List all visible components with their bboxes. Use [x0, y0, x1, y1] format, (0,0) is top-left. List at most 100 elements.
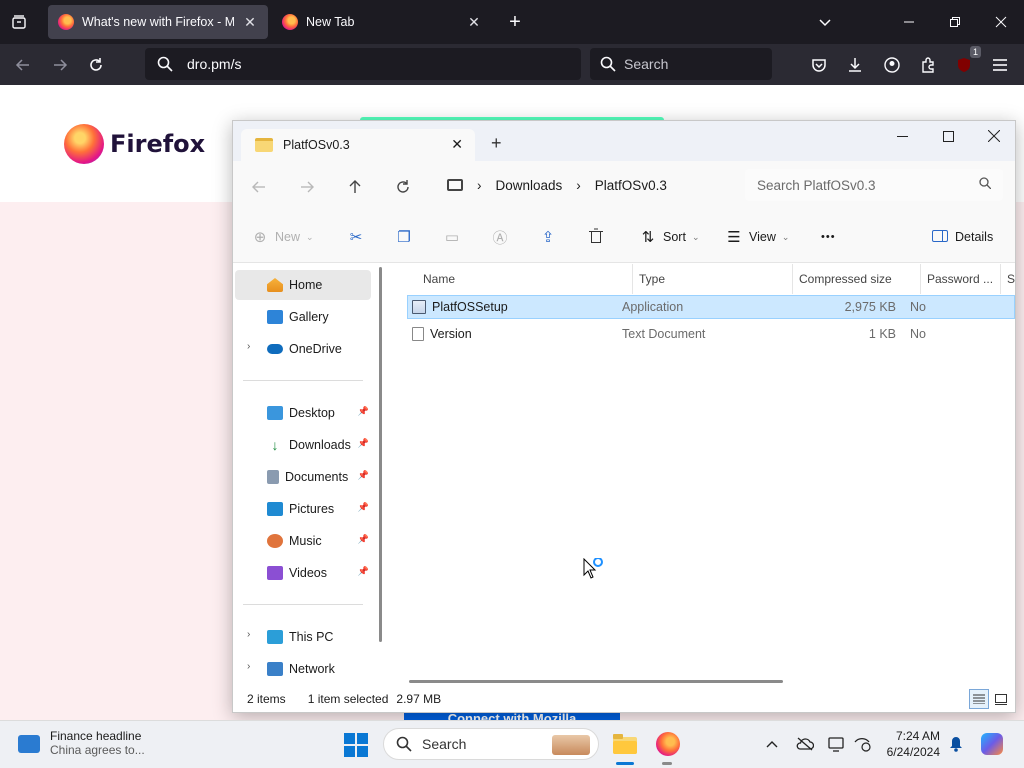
close-window-icon[interactable] — [978, 0, 1024, 44]
downloads-icon[interactable] — [840, 50, 870, 80]
pocket-icon[interactable] — [804, 50, 834, 80]
show-hidden-icons-chevron-icon[interactable] — [762, 728, 782, 760]
forward-arrow-icon[interactable] — [45, 50, 75, 80]
up-arrow-icon[interactable] — [341, 173, 369, 201]
running-app-indicator — [662, 762, 672, 765]
details-pane-button[interactable]: Details — [931, 225, 993, 249]
extensions-puzzle-icon[interactable] — [913, 50, 943, 80]
rename-button[interactable]: Ⓐ — [491, 225, 509, 249]
new-tab-button[interactable]: + — [492, 0, 538, 44]
explorer-tab[interactable]: PlatfOSv0.3 ✕ — [241, 129, 475, 161]
minimize-icon[interactable] — [879, 121, 925, 151]
breadcrumb[interactable]: › Downloads › PlatfOSv0.3 — [447, 169, 667, 201]
tab-list-icon[interactable] — [4, 7, 34, 37]
nav-item-home[interactable]: Home — [235, 270, 371, 300]
new-button[interactable]: ⊕ New ⌄ — [251, 225, 314, 249]
view-button[interactable]: ☰ View ⌄ — [725, 225, 789, 249]
back-arrow-icon[interactable] — [245, 173, 273, 201]
nav-item-desktop[interactable]: Desktop 📌 — [235, 398, 371, 428]
minimize-window-icon[interactable] — [886, 0, 932, 44]
pin-icon: 📌 — [357, 566, 369, 576]
nav-item-documents[interactable]: Documents 📌 — [235, 462, 371, 492]
column-header-size[interactable]: Si — [1001, 264, 1015, 294]
taskbar-search-box[interactable]: Search — [383, 728, 599, 760]
display-icon[interactable] — [826, 728, 848, 760]
large-icons-view-toggle-icon[interactable] — [991, 689, 1011, 709]
nav-item-videos[interactable]: Videos 📌 — [235, 558, 371, 588]
file-row-platfossetup[interactable]: PlatfOSSetup Application 2,975 KB No — [407, 295, 1015, 319]
firefox-logo[interactable]: Firefox — [64, 124, 205, 164]
nav-item-onedrive[interactable]: › OneDrive — [235, 334, 371, 364]
sort-arrows-icon: ⇅ — [641, 229, 655, 246]
cut-button[interactable]: ✂ — [347, 225, 365, 249]
item-count: 2 items — [247, 692, 286, 706]
reload-icon[interactable] — [81, 50, 111, 80]
ublock-extension-icon[interactable]: 1 — [949, 46, 981, 80]
list-all-tabs-chevron-icon[interactable] — [802, 0, 848, 44]
hamburger-menu-icon[interactable] — [985, 50, 1015, 80]
chevron-right-icon[interactable]: › — [247, 629, 250, 640]
nav-item-downloads[interactable]: ↓ Downloads 📌 — [235, 430, 371, 460]
system-clock[interactable]: 7:24 AM 6/24/2024 — [880, 728, 940, 760]
maximize-icon[interactable] — [925, 121, 971, 151]
firefox-taskbar-icon[interactable] — [652, 728, 684, 760]
explorer-search-placeholder: Search PlatfOSv0.3 — [757, 177, 876, 193]
nav-separator — [243, 380, 363, 381]
nav-item-gallery[interactable]: Gallery — [235, 302, 371, 332]
close-tab-icon[interactable]: ✕ — [242, 14, 258, 31]
nav-item-network[interactable]: › Network — [235, 654, 371, 684]
address-bar[interactable]: dro.pm/s — [145, 48, 581, 80]
firefox-favicon-icon — [282, 14, 298, 30]
onedrive-offline-icon[interactable] — [794, 728, 816, 760]
copilot-icon[interactable] — [978, 728, 1006, 760]
forward-arrow-icon[interactable] — [293, 173, 321, 201]
sort-button[interactable]: ⇅ Sort ⌄ — [639, 225, 700, 249]
more-options-button[interactable]: ••• — [821, 225, 836, 249]
new-label: New — [275, 230, 301, 244]
share-button[interactable]: ⇪ — [539, 225, 557, 249]
close-tab-icon[interactable]: ✕ — [451, 136, 463, 153]
refresh-icon[interactable] — [389, 173, 417, 201]
nav-item-music[interactable]: Music 📌 — [235, 526, 371, 556]
file-row-version[interactable]: Version Text Document 1 KB No — [407, 323, 1015, 347]
breadcrumb-separator-icon[interactable]: › — [576, 178, 581, 193]
browser-tab-new-tab[interactable]: New Tab ✕ — [272, 5, 492, 39]
network-status-icon[interactable] — [852, 728, 872, 760]
column-header-compressed-size[interactable]: Compressed size — [793, 264, 921, 294]
breadcrumb-current-folder[interactable]: PlatfOSv0.3 — [595, 178, 667, 193]
navigation-pane: Home Gallery › OneDrive Desktop 📌 ↓ Down… — [233, 264, 383, 684]
file-list-horizontal-scrollbar[interactable] — [409, 680, 783, 683]
new-tab-plus-icon[interactable]: + — [491, 133, 502, 154]
account-icon[interactable] — [877, 50, 907, 80]
breadcrumb-downloads[interactable]: Downloads — [496, 178, 563, 193]
nav-item-this-pc[interactable]: › This PC — [235, 622, 371, 652]
restore-window-icon[interactable] — [932, 0, 978, 44]
file-explorer-taskbar-icon[interactable] — [609, 728, 641, 760]
close-tab-icon[interactable]: ✕ — [466, 14, 482, 31]
search-highlight-icon — [552, 735, 590, 755]
windows-start-icon[interactable] — [344, 733, 368, 757]
paste-button[interactable]: ▭ — [443, 225, 461, 249]
delete-button[interactable] — [587, 225, 605, 249]
chevron-right-icon[interactable]: › — [247, 341, 250, 352]
nav-item-pictures[interactable]: Pictures 📌 — [235, 494, 371, 524]
browser-search-box[interactable]: Search — [590, 48, 772, 80]
copy-button[interactable]: ❐ — [395, 225, 413, 249]
news-widget[interactable]: Finance headline China agrees to... — [18, 729, 145, 757]
explorer-search-input[interactable]: Search PlatfOSv0.3 — [745, 169, 1003, 201]
breadcrumb-separator-icon[interactable]: › — [477, 178, 482, 193]
browser-tab-whats-new[interactable]: What's new with Firefox - More ✕ — [48, 5, 268, 39]
nav-pane-scrollbar[interactable] — [379, 267, 382, 642]
close-icon[interactable] — [971, 121, 1017, 151]
back-arrow-icon[interactable] — [8, 50, 38, 80]
file-list: Name ^ Type Compressed size Password ...… — [389, 264, 1015, 684]
this-pc-icon[interactable] — [447, 179, 463, 191]
notification-bell-icon[interactable] — [946, 728, 966, 760]
column-header-type[interactable]: Type — [633, 264, 793, 294]
column-header-password[interactable]: Password ... — [921, 264, 1001, 294]
nav-item-label: Pictures — [289, 502, 335, 516]
column-header-name[interactable]: Name ^ — [417, 264, 633, 294]
firefox-logo-text: Firefox — [110, 130, 206, 158]
chevron-right-icon[interactable]: › — [247, 661, 250, 672]
details-view-toggle-icon[interactable] — [969, 689, 989, 709]
